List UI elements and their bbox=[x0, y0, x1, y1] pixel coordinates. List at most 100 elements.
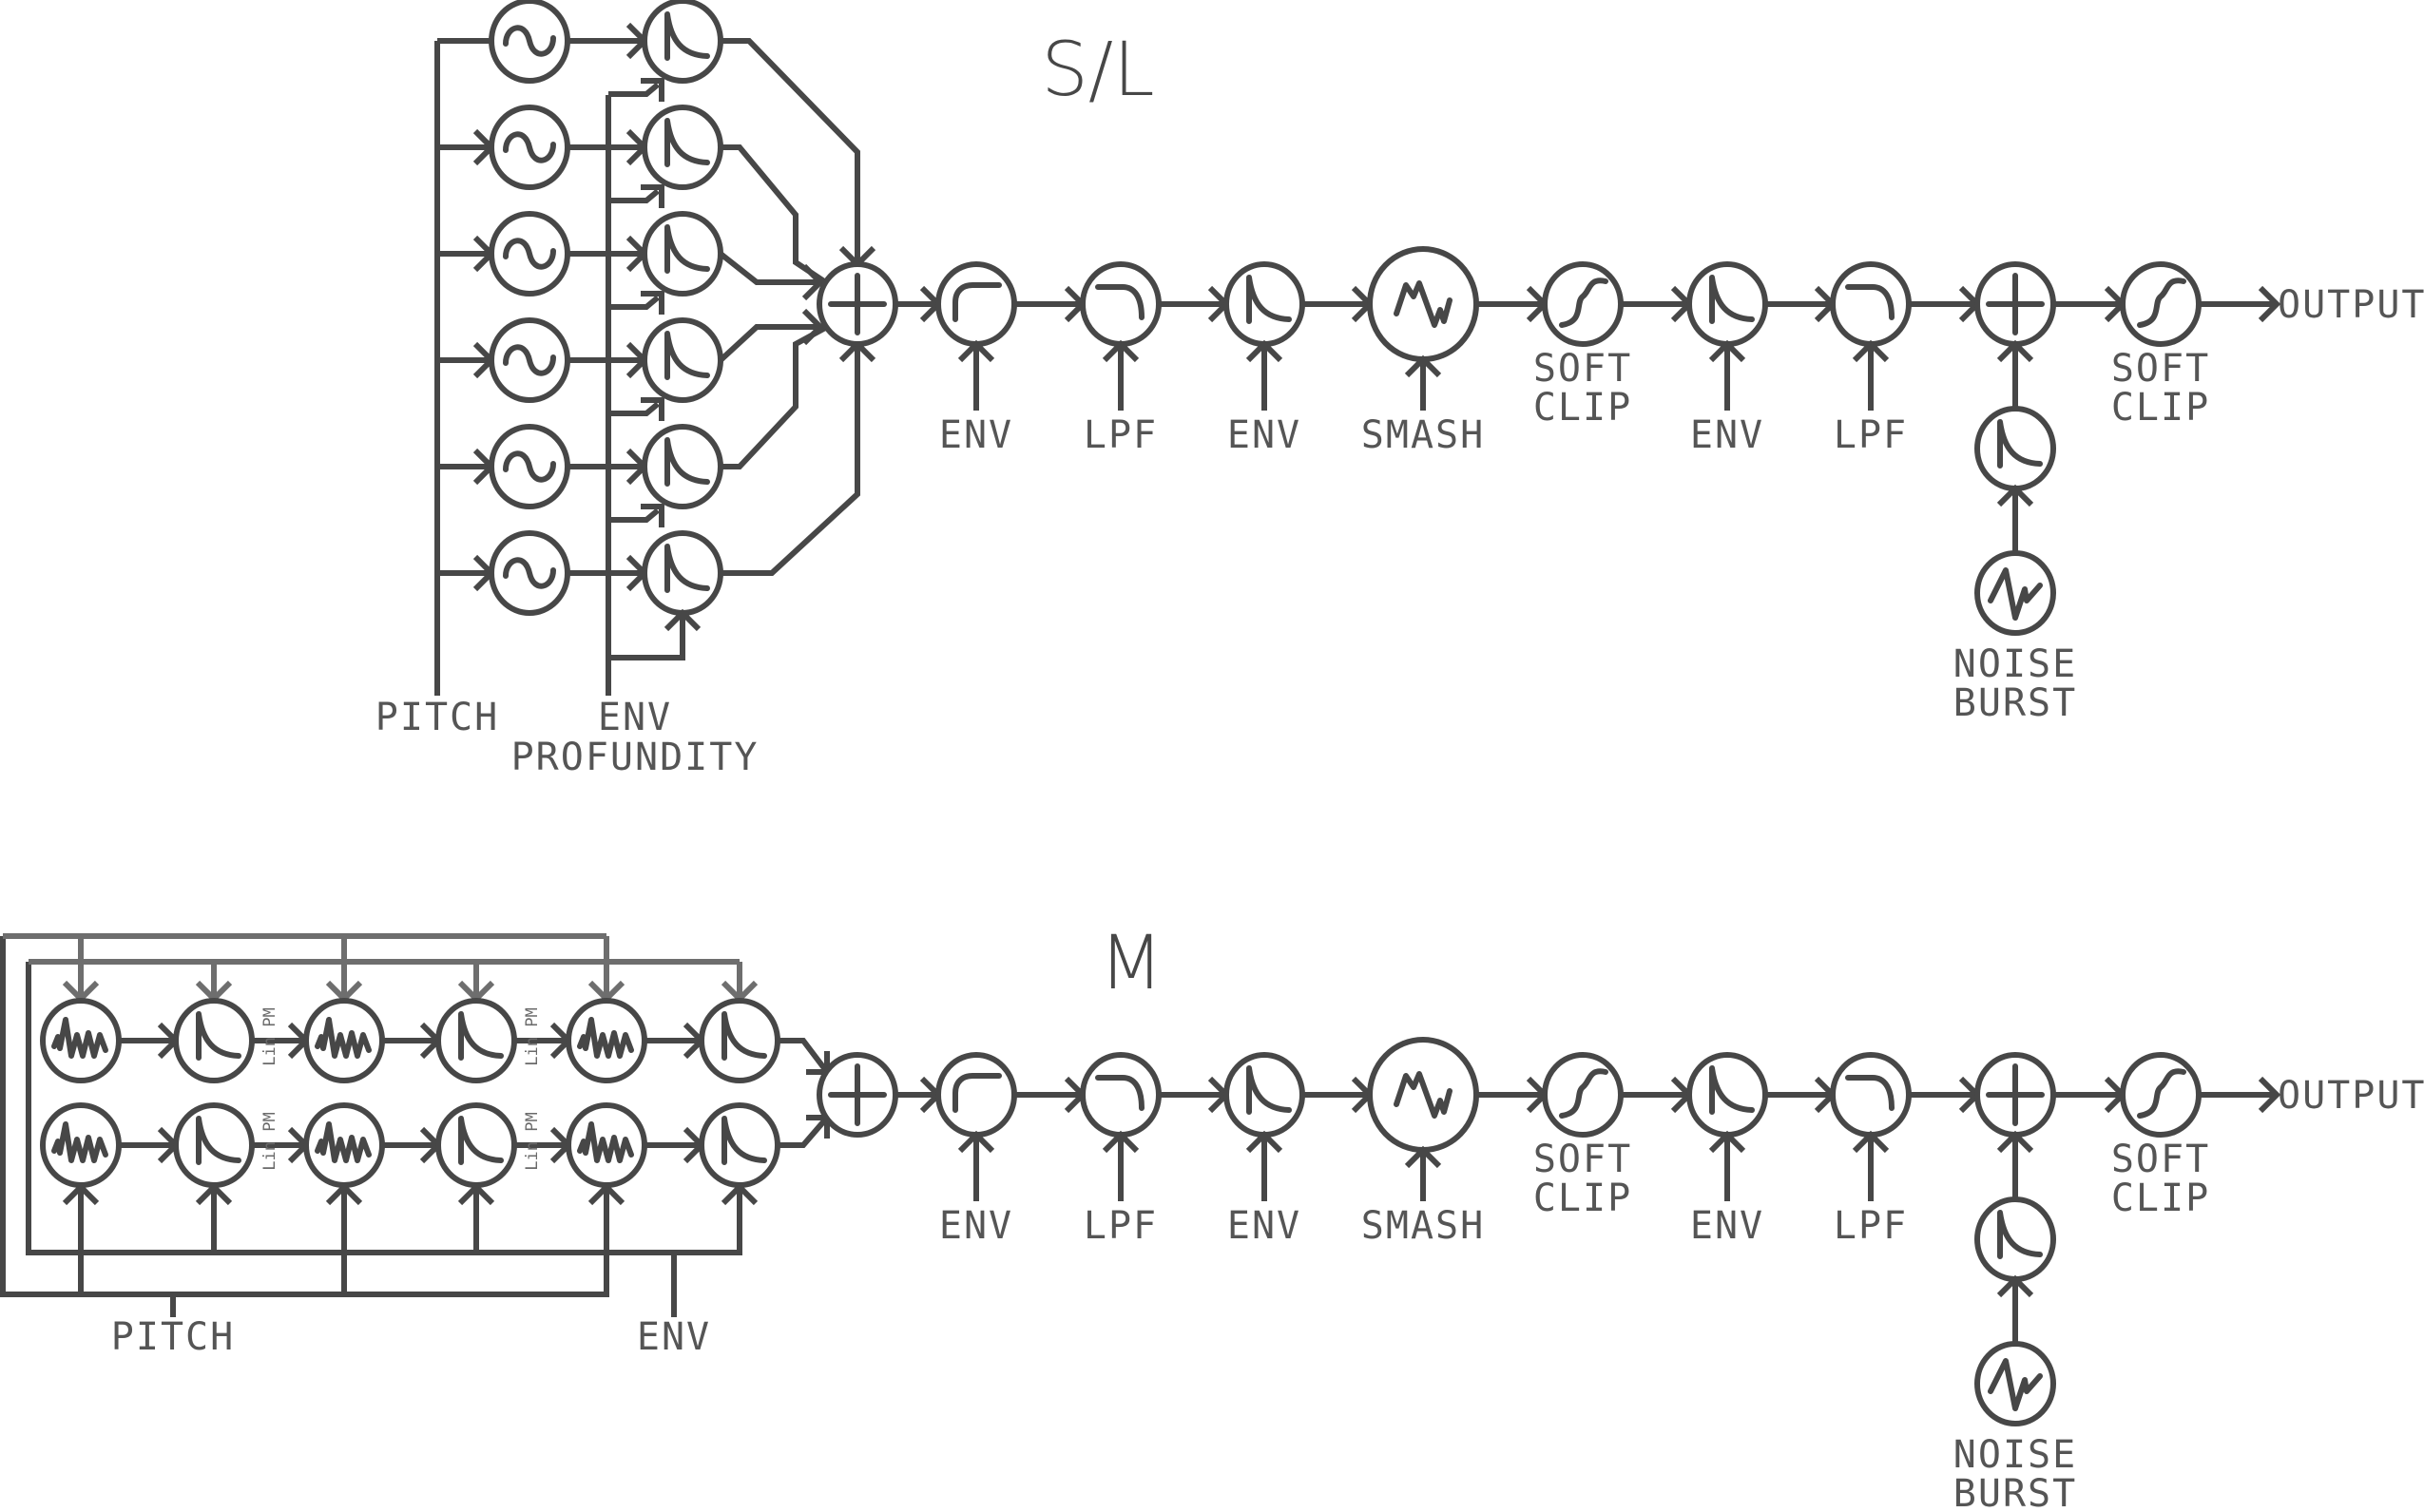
env-input-label: ENV bbox=[637, 1315, 711, 1359]
chain-node-smash: SMASH bbox=[1361, 1037, 1485, 1248]
voice-grid: Lin PM Lin PM Lin PM Lin PM bbox=[0, 933, 830, 1297]
chain-node-sum bbox=[1974, 261, 2056, 347]
control-label: ENV bbox=[1227, 1204, 1301, 1248]
voice bbox=[437, 211, 723, 315]
voice bbox=[437, 530, 723, 616]
noise-envelope-node bbox=[1974, 1196, 2056, 1282]
node-circle bbox=[1830, 261, 1912, 347]
node-circle bbox=[1080, 1052, 1162, 1138]
node-circle bbox=[1367, 1037, 1479, 1153]
node-circle bbox=[699, 1102, 780, 1188]
node-circle bbox=[2120, 1052, 2202, 1138]
noise-burst-branch: NOISEBURST bbox=[1953, 339, 2077, 725]
node-circle bbox=[1830, 1052, 1912, 1138]
voice-output-wire bbox=[778, 1038, 830, 1074]
chain-node-lpf: LPF bbox=[1830, 1052, 1912, 1248]
control-label: ENV bbox=[1690, 413, 1764, 457]
chain-node-sum bbox=[817, 1052, 898, 1138]
node-circle bbox=[1080, 261, 1162, 347]
voice-output-wire bbox=[778, 1116, 830, 1148]
envelope-node bbox=[699, 1102, 780, 1188]
envelope-node bbox=[642, 0, 723, 84]
pm-mode-label: Lin PM bbox=[260, 1112, 279, 1170]
chain-node-lpf: LPF bbox=[1080, 1052, 1162, 1248]
output-label: OUTPUT bbox=[2278, 1074, 2424, 1118]
chain-node-env: ENV bbox=[1686, 1052, 1768, 1248]
node-circle bbox=[935, 261, 1017, 347]
control-label: SMASH bbox=[1361, 1204, 1485, 1248]
chain-node-softclip: SOFTCLIP bbox=[1533, 261, 1632, 430]
control-label: ENV bbox=[939, 1204, 1013, 1248]
signal-chain: ENV LPF ENV SMASHSOFTCLIPENV LPFSOFTCLIPOUTP… bbox=[817, 246, 2424, 725]
noise-label: NOISE bbox=[1953, 1433, 2077, 1477]
voice-bank bbox=[434, 0, 876, 696]
env-input-label: PROFUNDITY bbox=[511, 736, 760, 779]
block-label: SOFT bbox=[1533, 347, 1632, 391]
block-label: CLIP bbox=[1533, 1177, 1632, 1220]
node-circle bbox=[435, 998, 517, 1083]
chain-node-lpf: LPF bbox=[1830, 261, 1912, 457]
node-circle bbox=[1367, 246, 1479, 362]
env-tap-wire bbox=[608, 295, 660, 310]
chain-node-env: ENV bbox=[1223, 1052, 1305, 1248]
node-circle bbox=[435, 1102, 517, 1188]
envelope-node bbox=[642, 424, 723, 509]
pm-mode-label: Lin PM bbox=[523, 1112, 542, 1170]
pm-mode-label: Lin PM bbox=[523, 1007, 542, 1065]
pitch-input-label: PITCH bbox=[111, 1315, 235, 1359]
node-circle bbox=[1223, 261, 1305, 347]
block-label: CLIP bbox=[1533, 386, 1632, 430]
noise-oscillator-node bbox=[303, 1102, 443, 1188]
env-tap-wire bbox=[608, 82, 660, 97]
voice bbox=[437, 105, 723, 208]
noise-oscillator-node bbox=[566, 998, 706, 1083]
envelope-node bbox=[699, 998, 780, 1083]
section-m: M Lin PM Lin PM Lin PM Lin PM PITCH ENV ENV LPF E… bbox=[0, 921, 2424, 1512]
output-label: OUTPUT bbox=[2278, 283, 2424, 327]
envelope-node bbox=[642, 211, 723, 297]
env-bus-bottom bbox=[26, 962, 742, 1255]
noise-label: BURST bbox=[1953, 1472, 2077, 1512]
chain-node-env: ENV bbox=[1686, 261, 1768, 457]
node-circle bbox=[699, 998, 780, 1083]
noise-oscillator-node bbox=[40, 998, 181, 1083]
voice bbox=[437, 424, 723, 527]
chain-node-smash: SMASH bbox=[1361, 246, 1485, 457]
chain-node-softclip: SOFTCLIP bbox=[2111, 261, 2208, 430]
noise-label: BURST bbox=[1953, 681, 2077, 725]
signal-chain: ENV LPF ENV SMASHSOFTCLIPENV LPFSOFTCLIPOUTP… bbox=[817, 1037, 2424, 1512]
pm-mode-label: Lin PM bbox=[260, 1007, 279, 1065]
control-label: ENV bbox=[1690, 1204, 1764, 1248]
noise-label: NOISE bbox=[1953, 642, 2077, 686]
node-circle bbox=[1686, 1052, 1768, 1138]
control-label: LPF bbox=[1834, 1204, 1908, 1248]
voice bbox=[437, 0, 723, 102]
node-circle bbox=[935, 1052, 1017, 1138]
control-label: SMASH bbox=[1361, 413, 1485, 457]
chain-node-sum bbox=[1974, 1052, 2056, 1138]
chain-node-hpf: ENV bbox=[935, 1052, 1017, 1248]
section-title: M bbox=[1099, 921, 1163, 1006]
control-label: LPF bbox=[1084, 1204, 1158, 1248]
noise-oscillator-node bbox=[303, 998, 443, 1083]
noise-source-node bbox=[1974, 1341, 2056, 1426]
envelope-node bbox=[642, 317, 723, 403]
env-input-label: ENV bbox=[598, 696, 672, 739]
envelope-node bbox=[642, 530, 723, 616]
voice-output-wire bbox=[718, 324, 818, 363]
noise-oscillator-node bbox=[566, 1102, 706, 1188]
chain-node-env: ENV bbox=[1223, 261, 1305, 457]
node-circle bbox=[1542, 261, 1624, 347]
node-circle bbox=[173, 998, 255, 1083]
synth-block-diagram: S/LPITCH ENVPROFUNDITYENV LPF ENV SMASHSOFTC… bbox=[0, 0, 2424, 1512]
env-tap-wire bbox=[608, 613, 685, 660]
block-label: SOFT bbox=[2111, 1138, 2210, 1181]
control-label: ENV bbox=[939, 413, 1013, 457]
node-circle bbox=[1223, 1052, 1305, 1138]
chain-node-hpf: ENV bbox=[935, 261, 1017, 457]
node-circle bbox=[2120, 261, 2202, 347]
chain-node-softclip: SOFTCLIP bbox=[2111, 1052, 2210, 1220]
control-label: LPF bbox=[1834, 413, 1908, 457]
chain-node-softclip: SOFTCLIP bbox=[1533, 1052, 1632, 1220]
envelope-node: Lin PM bbox=[173, 1102, 311, 1188]
